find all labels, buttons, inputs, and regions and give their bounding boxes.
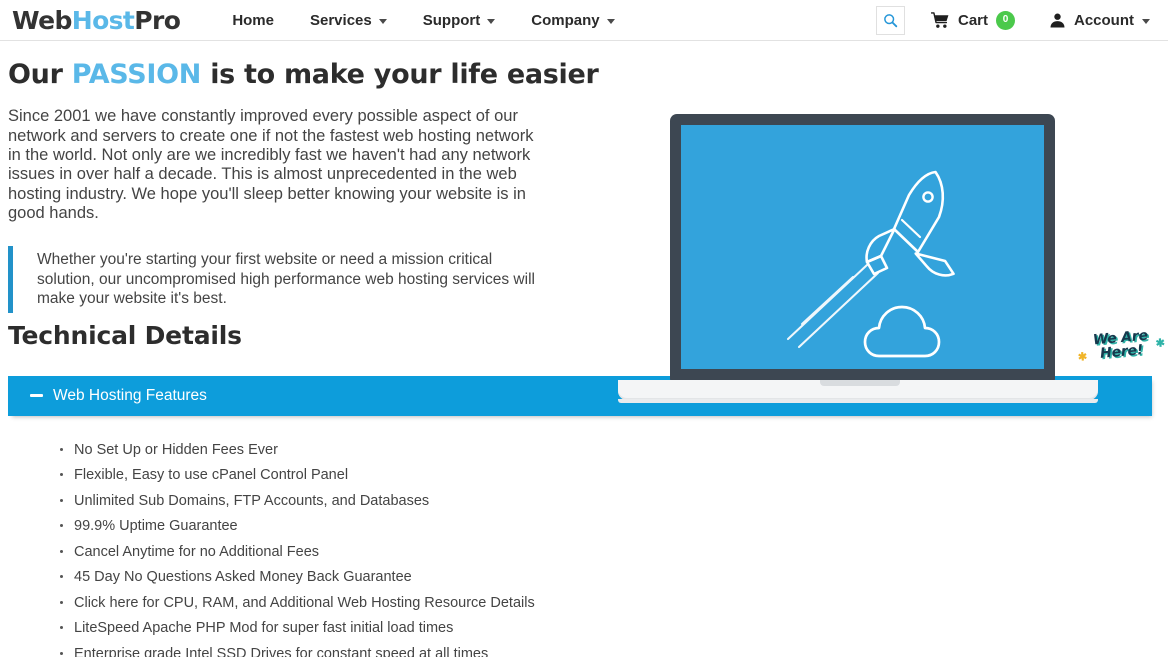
title-highlight: PASSION: [71, 59, 202, 90]
laptop-lid: [670, 114, 1055, 382]
logo-part-pro: Pro: [134, 5, 181, 35]
quote-text: Whether you're starting your first websi…: [37, 250, 535, 308]
search-button[interactable]: [875, 5, 905, 35]
minus-icon: [30, 394, 43, 398]
list-item: 45 Day No Questions Asked Money Back Gua…: [60, 567, 1152, 587]
site-logo[interactable]: WebHostPro: [8, 5, 181, 35]
chevron-down-icon: [487, 18, 496, 24]
nav-item-home[interactable]: Home: [214, 6, 292, 35]
list-item: Flexible, Easy to use cPanel Control Pan…: [60, 465, 1152, 485]
accordion: Web Hosting Features No Set Up or Hidden…: [8, 375, 1152, 657]
rocket-cloud-graphic: [786, 170, 955, 358]
nav-item-support[interactable]: Support: [405, 6, 514, 35]
logo-part-web: Web: [12, 5, 72, 35]
cart-count-badge: 0: [996, 10, 1015, 30]
list-item: Enterprise grade Intel SSD Drives for co…: [60, 644, 1152, 657]
site-header: WebHostPro Home Services Support Company: [0, 0, 1168, 41]
cloud-icon: [863, 305, 941, 358]
laptop-foot: [618, 399, 1098, 403]
hero-section: Our PASSION is to make your life easier …: [0, 41, 1168, 403]
account-label: Account: [1074, 11, 1134, 29]
list-item: LiteSpeed Apache PHP Mod for super fast …: [60, 618, 1152, 638]
page-title: Our PASSION is to make your life easier: [8, 59, 599, 90]
nav-item-label: Home: [232, 11, 274, 29]
page-content: Our PASSION is to make your life easier …: [0, 41, 1168, 657]
title-suffix: is to make your life easier: [201, 59, 599, 90]
chevron-down-icon: [1142, 18, 1150, 24]
header-actions: Cart 0 Account: [875, 5, 1156, 35]
chevron-down-icon: [378, 18, 387, 24]
title-prefix: Our: [8, 59, 72, 90]
user-icon: [1050, 13, 1065, 27]
list-item: Unlimited Sub Domains, FTP Accounts, and…: [60, 491, 1152, 511]
sparkle-icon-right: ✱: [1155, 337, 1166, 350]
laptop-screen: [681, 125, 1044, 369]
accordion-title: Web Hosting Features: [53, 386, 207, 404]
laptop-trackpad-notch: [820, 380, 900, 386]
highlight-quote: Whether you're starting your first websi…: [8, 245, 553, 313]
list-item: No Set Up or Hidden Fees Ever: [60, 440, 1152, 460]
hero-text-column: Our PASSION is to make your life easier …: [0, 41, 600, 313]
hero-paragraph: Since 2001 we have constantly improved e…: [8, 107, 534, 223]
logo-part-host: Host: [71, 5, 135, 35]
cart-label: Cart: [957, 11, 988, 29]
laptop-rocket-illustration: ✱ ✱ We Are Here!: [610, 103, 1166, 403]
nav-item-label: Support: [422, 11, 481, 29]
list-item: 99.9% Uptime Guarantee: [60, 516, 1152, 536]
cart-icon: [930, 11, 949, 28]
chevron-down-icon: [606, 18, 615, 24]
nav-item-services[interactable]: Services: [292, 6, 405, 35]
list-item[interactable]: Click here for CPU, RAM, and Additional …: [60, 593, 1152, 613]
list-item: Cancel Anytime for no Additional Fees: [60, 542, 1152, 562]
cart-link[interactable]: Cart 0: [930, 10, 1015, 30]
nav-item-label: Company: [531, 11, 600, 29]
account-link[interactable]: Account: [1049, 12, 1156, 29]
feature-list: No Set Up or Hidden Fees Ever Flexible, …: [8, 440, 1152, 657]
nav-item-company[interactable]: Company: [513, 6, 632, 35]
main-navigation: Home Services Support Company: [214, 6, 876, 35]
nav-item-label: Services: [310, 11, 372, 29]
search-icon: [884, 13, 898, 27]
sparkle-icon-left: ✱: [1077, 351, 1088, 364]
